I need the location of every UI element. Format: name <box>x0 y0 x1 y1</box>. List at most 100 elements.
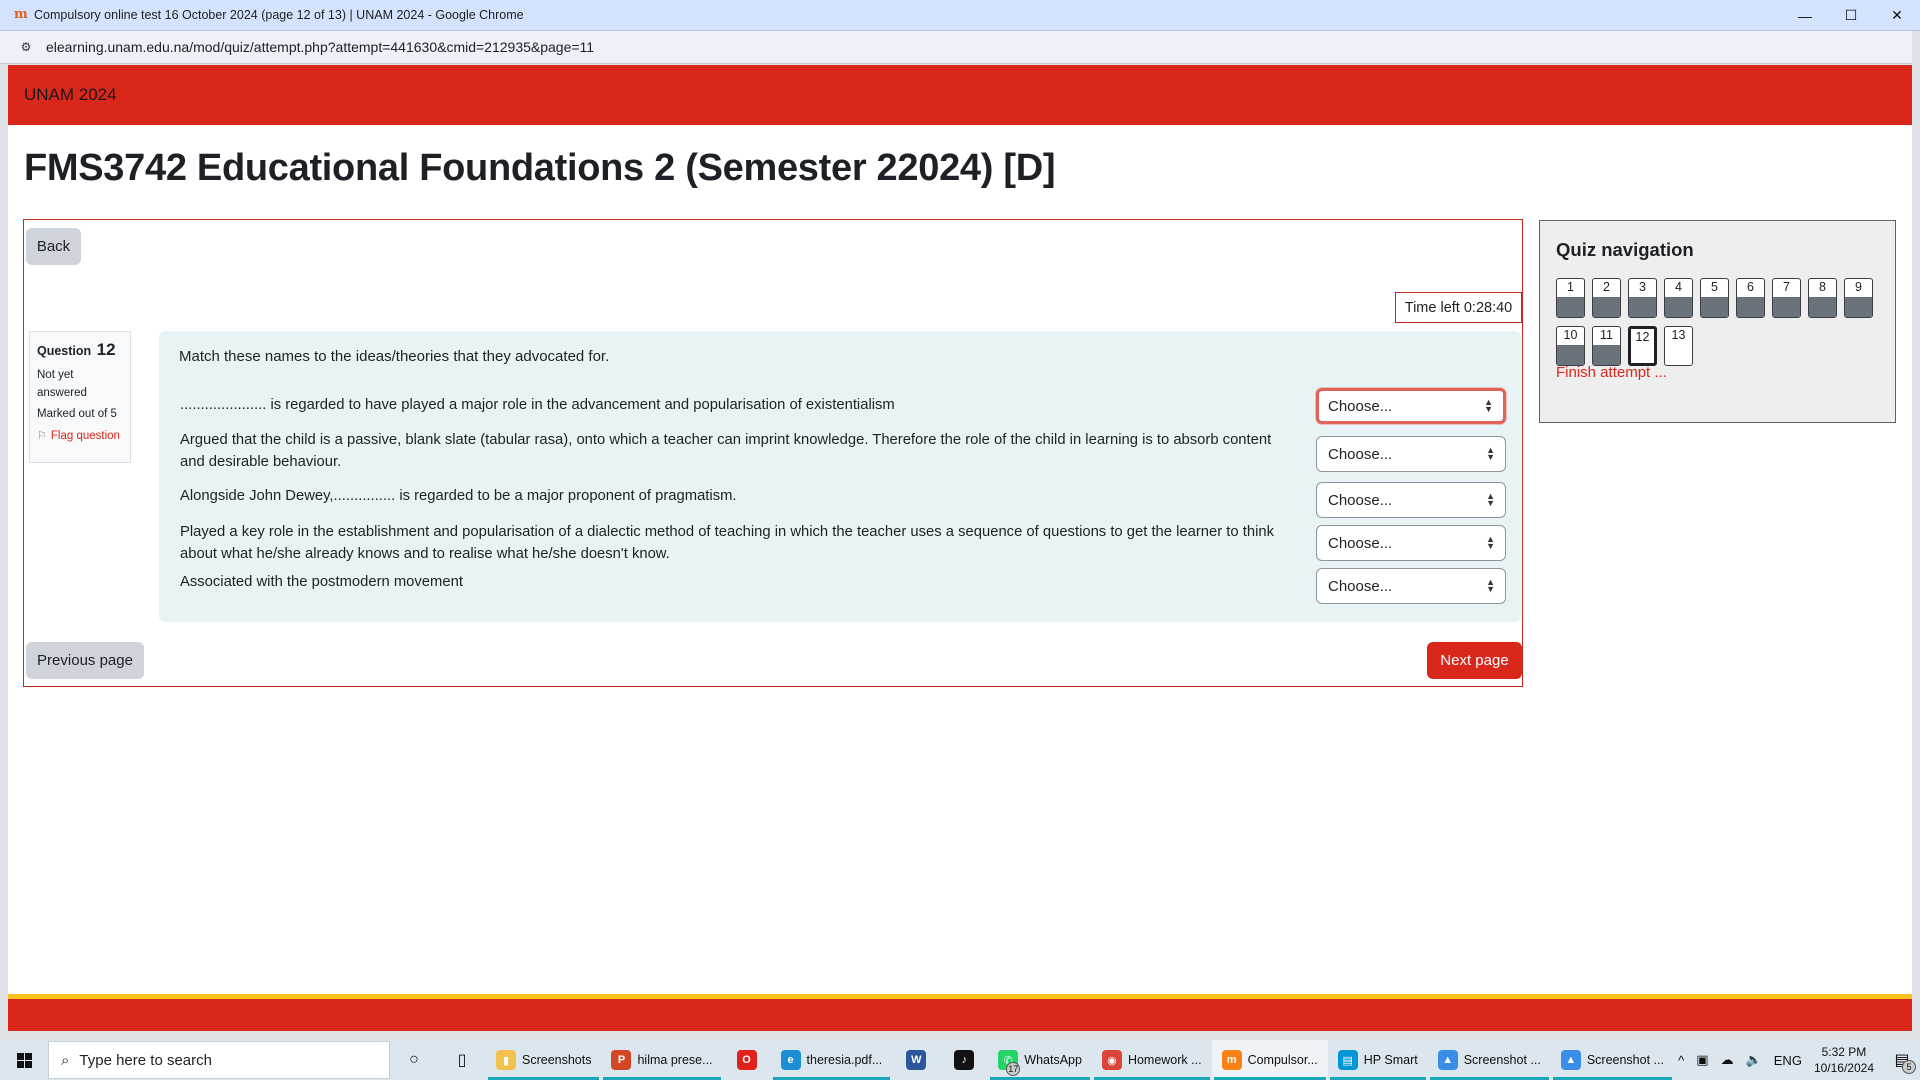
taskbar-app-hp-smart[interactable]: ▤ HP Smart <box>1328 1040 1428 1080</box>
taskbar-app-photos[interactable]: ▲ Screenshot ... <box>1551 1040 1674 1080</box>
site-info-icon[interactable]: ⚙ <box>16 37 36 57</box>
question-number-value: 12 <box>96 340 116 359</box>
question-grade: Marked out of 5 <box>37 408 117 420</box>
taskbar-app-label: theresia.pdf... <box>806 1053 883 1067</box>
show-hidden-icons-button[interactable]: ^ <box>1678 1053 1684 1068</box>
notification-count-badge: 5 <box>1902 1060 1916 1074</box>
language-indicator[interactable]: ENG <box>1774 1053 1802 1068</box>
maximize-button[interactable]: ☐ <box>1828 0 1874 31</box>
word-icon: W <box>906 1050 927 1070</box>
select-arrows-icon: ▲ ▼ <box>1486 577 1495 594</box>
answered-indicator <box>1665 297 1692 317</box>
quiz-nav-button-4[interactable]: 4 <box>1664 278 1693 318</box>
task-view-button[interactable]: ▯ <box>438 1040 486 1080</box>
taskbar-app-photos[interactable]: ▲ Screenshot ... <box>1428 1040 1551 1080</box>
taskbar-app-folder[interactable]: ▮ Screenshots <box>486 1040 601 1080</box>
question-label: Question <box>37 344 92 358</box>
select-arrows-icon: ▲ ▼ <box>1484 397 1493 414</box>
url-input[interactable]: elearning.unam.edu.na/mod/quiz/attempt.p… <box>46 39 594 55</box>
next-page-button[interactable]: Next page <box>1427 642 1522 679</box>
select-arrows-icon: ▲ ▼ <box>1486 534 1495 551</box>
taskbar-app-word[interactable]: W <box>892 1040 940 1080</box>
quiz-nav-label: 3 <box>1639 280 1646 294</box>
answered-indicator <box>1737 297 1764 317</box>
taskbar-app-label: HP Smart <box>1363 1053 1418 1067</box>
match-select-2[interactable]: Choose... ▲ ▼ <box>1316 436 1506 472</box>
flag-question-label: Flag question <box>50 429 120 442</box>
window-controls: — ☐ ✕ <box>1782 0 1920 31</box>
taskbar-app-tiktok[interactable]: ♪ <box>940 1040 988 1080</box>
question-state: Not yet answered <box>37 369 87 399</box>
taskbar-app-label: Screenshot ... <box>1586 1053 1664 1067</box>
tiktok-icon: ♪ <box>954 1050 975 1070</box>
quiz-nav-button-6[interactable]: 6 <box>1736 278 1765 318</box>
quiz-nav-label: 9 <box>1855 280 1862 294</box>
quiz-nav-label: 6 <box>1747 280 1754 294</box>
quiz-nav-button-10[interactable]: 10 <box>1556 326 1585 366</box>
match-select-4[interactable]: Choose... ▲ ▼ <box>1316 525 1506 561</box>
quiz-nav-label: 13 <box>1671 328 1686 342</box>
quiz-nav-label: 10 <box>1563 328 1578 342</box>
taskbar-app-opera[interactable]: O <box>723 1040 771 1080</box>
previous-page-button[interactable]: Previous page <box>26 642 144 679</box>
volume-icon[interactable]: 🔈 <box>1746 1052 1762 1068</box>
match-stem: Associated with the postmodern movement <box>180 574 463 590</box>
question-info: Question 12 Not yet answered Marked out … <box>29 331 131 463</box>
answered-indicator <box>1629 297 1656 317</box>
quiz-nav-button-9[interactable]: 9 <box>1844 278 1873 318</box>
finish-attempt-link[interactable]: Finish attempt ... <box>1556 364 1667 381</box>
meet-now-icon[interactable]: ▣ <box>1696 1052 1708 1068</box>
quiz-region: Back Time left 0:28:40 Question 12 Not y… <box>23 219 1523 687</box>
quiz-nav-label: 2 <box>1603 280 1610 294</box>
quiz-nav-button-5[interactable]: 5 <box>1700 278 1729 318</box>
quiz-nav-button-11[interactable]: 11 <box>1592 326 1621 366</box>
opera-icon: O <box>736 1050 757 1070</box>
quiz-nav-button-12[interactable]: 12 <box>1628 326 1657 366</box>
match-select-3[interactable]: Choose... ▲ ▼ <box>1316 482 1506 518</box>
taskbar-app-edge[interactable]: e theresia.pdf... <box>771 1040 893 1080</box>
answered-indicator <box>1845 297 1872 317</box>
quiz-nav-button-7[interactable]: 7 <box>1772 278 1801 318</box>
answered-indicator <box>1557 297 1584 317</box>
window-right-edge <box>1912 64 1920 1031</box>
quiz-nav-button-3[interactable]: 3 <box>1628 278 1657 318</box>
window-left-edge <box>0 64 8 1031</box>
site-brand-link[interactable]: UNAM 2024 <box>24 85 117 105</box>
cortana-button[interactable]: ○ <box>390 1040 438 1080</box>
quiz-nav-button-1[interactable]: 1 <box>1556 278 1585 318</box>
onedrive-error-icon[interactable]: ☁ <box>1721 1052 1734 1068</box>
select-value: Choose... <box>1328 534 1393 552</box>
system-tray: ^ ▣ ☁ 🔈 ENG 5:32 PM 10/16/2024 ▤ 5 <box>1672 1040 1920 1080</box>
taskbar-app-label: Homework ... <box>1127 1053 1202 1067</box>
question-text: Match these names to the ideas/theories … <box>179 348 610 365</box>
match-stem: Played a key role in the establishment a… <box>180 524 1275 562</box>
edge-icon: e <box>780 1050 801 1070</box>
quiz-nav-button-13[interactable]: 13 <box>1664 326 1693 366</box>
back-button[interactable]: Back <box>26 228 81 265</box>
start-button[interactable] <box>0 1040 48 1080</box>
moodle-icon: m <box>14 7 28 22</box>
windows-logo-icon <box>16 1052 32 1068</box>
taskbar-app-chrome[interactable]: ◉ Homework ... <box>1092 1040 1212 1080</box>
folder-icon: ▮ <box>496 1050 516 1070</box>
taskbar-app-powerpoint[interactable]: Philma prese... <box>601 1040 722 1080</box>
select-value: Choose... <box>1328 445 1393 463</box>
taskbar-clock[interactable]: 5:32 PM 10/16/2024 <box>1814 1044 1874 1076</box>
quiz-nav-label: 11 <box>1600 328 1613 342</box>
quiz-nav-label: 1 <box>1567 280 1574 294</box>
taskbar-search-input[interactable]: ⌕ Type here to search <box>48 1041 390 1079</box>
taskbar-app-label: Screenshots <box>522 1053 592 1067</box>
action-center-button[interactable]: ▤ 5 <box>1884 1040 1920 1080</box>
quiz-nav-button-8[interactable]: 8 <box>1808 278 1837 318</box>
match-select-1[interactable]: Choose... ▲ ▼ <box>1316 388 1506 424</box>
taskbar-app-whatsapp[interactable]: ✆ 17 WhatsApp <box>988 1040 1092 1080</box>
quiz-nav-label: 7 <box>1783 280 1790 294</box>
quiz-nav-button-2[interactable]: 2 <box>1592 278 1621 318</box>
taskbar-app-moodle[interactable]: m Compulsor... <box>1211 1040 1328 1080</box>
select-value: Choose... <box>1328 491 1393 509</box>
close-button[interactable]: ✕ <box>1874 0 1920 31</box>
minimize-button[interactable]: — <box>1782 0 1828 31</box>
match-select-5[interactable]: Choose... ▲ ▼ <box>1316 568 1506 604</box>
flag-question-link[interactable]: ⚐ Flag question <box>37 429 123 443</box>
hp-smart-icon: ▤ <box>1337 1050 1358 1070</box>
